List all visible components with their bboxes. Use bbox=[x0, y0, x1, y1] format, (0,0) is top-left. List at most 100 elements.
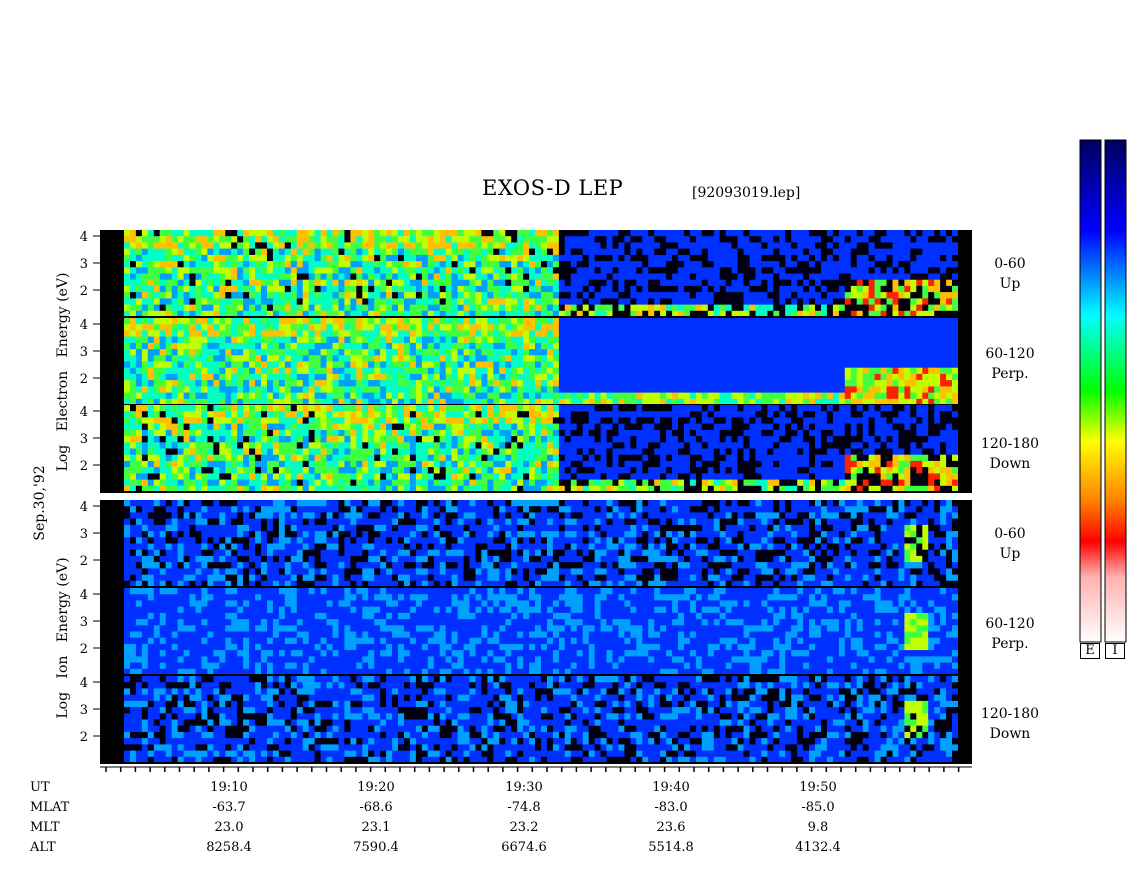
spectrogram-cell bbox=[445, 242, 453, 250]
spectrogram-cell bbox=[689, 355, 697, 362]
spectrogram-cell bbox=[475, 292, 482, 299]
spectrogram-cell bbox=[362, 248, 369, 256]
spectrogram-cell bbox=[618, 336, 625, 344]
spectrogram-cell bbox=[421, 436, 429, 443]
spectrogram-cell bbox=[898, 298, 905, 306]
spectrogram-cell bbox=[767, 236, 774, 243]
spectrogram-cell bbox=[779, 254, 786, 262]
spectrogram-cell bbox=[844, 336, 852, 344]
spectrogram-cell bbox=[326, 361, 333, 369]
spectrogram-cell bbox=[737, 298, 745, 306]
spectrogram-cell bbox=[469, 324, 476, 331]
spectrogram-cell bbox=[952, 386, 959, 394]
spectrogram-cell bbox=[612, 392, 619, 400]
spectrogram-cell bbox=[892, 273, 899, 281]
spectrogram-cell bbox=[547, 355, 554, 362]
spectrogram-cell bbox=[767, 279, 774, 287]
spectrogram-cell bbox=[922, 349, 929, 356]
spectrogram-cell bbox=[362, 355, 369, 362]
spectrogram-cell bbox=[588, 324, 596, 331]
spectrogram-cell bbox=[362, 417, 369, 425]
spectrogram-svg: 432432432432432432 bbox=[80, 139, 1127, 772]
spectrogram-cell bbox=[398, 361, 405, 369]
spectrogram-cell bbox=[130, 285, 137, 293]
spectrogram-cell bbox=[421, 367, 429, 375]
spectrogram-cell bbox=[570, 273, 578, 281]
spectrogram-cell bbox=[356, 230, 363, 237]
spectrogram-cell bbox=[600, 349, 608, 356]
spectrogram-cell bbox=[374, 454, 381, 462]
spectrogram-cell bbox=[302, 273, 310, 281]
spectrogram-cell bbox=[529, 448, 536, 456]
spectrogram-cell bbox=[272, 473, 280, 481]
spectrogram-cell bbox=[159, 248, 167, 256]
spectrogram-cell bbox=[356, 417, 363, 425]
spectrogram-cell bbox=[755, 342, 762, 350]
spectrogram-cell bbox=[290, 342, 298, 350]
spectrogram-cell bbox=[124, 355, 131, 362]
spectrogram-cell bbox=[261, 460, 268, 468]
spectrogram-cell bbox=[350, 386, 357, 394]
spectrogram-cell bbox=[243, 479, 250, 487]
spectrogram-cell bbox=[380, 380, 387, 387]
spectrogram-cell bbox=[362, 279, 369, 287]
spectrogram-cell bbox=[904, 273, 911, 281]
spectrogram-cell bbox=[660, 318, 667, 325]
spectrogram-cell bbox=[219, 242, 226, 250]
spectrogram-cell bbox=[594, 318, 602, 325]
spectrogram-cell bbox=[612, 292, 619, 299]
spectrogram-cell bbox=[523, 336, 530, 344]
spectrogram-cell bbox=[368, 330, 375, 338]
spectrogram-cell bbox=[386, 336, 393, 344]
spectrogram-cell bbox=[689, 248, 697, 256]
spectrogram-cell bbox=[678, 336, 685, 344]
spectrogram-cell bbox=[779, 349, 786, 356]
spectrogram-cell bbox=[689, 380, 697, 387]
spectrogram-cell bbox=[678, 279, 685, 287]
spectrogram-cell bbox=[445, 261, 453, 268]
spectrogram-cell bbox=[320, 355, 328, 362]
spectrogram-cell bbox=[404, 248, 411, 256]
spectrogram-cell bbox=[505, 423, 512, 431]
spectrogram-cell bbox=[731, 342, 739, 350]
spectrogram-cell bbox=[910, 361, 917, 369]
spectrogram-cell bbox=[284, 429, 292, 437]
spectrogram-cell bbox=[284, 298, 292, 306]
spectrogram-cell bbox=[463, 479, 471, 487]
spectrogram-cell bbox=[826, 336, 834, 344]
spectrogram-cell bbox=[404, 342, 411, 350]
spectrogram-cell bbox=[731, 330, 739, 338]
spectrogram-cell bbox=[314, 324, 322, 331]
spectrogram-cell bbox=[124, 236, 131, 243]
spectrogram-cell bbox=[785, 336, 792, 344]
spectrogram-cell bbox=[427, 448, 435, 456]
spectrogram-cell bbox=[952, 285, 959, 293]
spectrogram-cell bbox=[558, 436, 566, 443]
spectrogram-cell bbox=[576, 330, 584, 338]
spectrogram-cell bbox=[892, 267, 899, 274]
spectrogram-cell bbox=[660, 386, 667, 394]
spectrogram-cell bbox=[362, 473, 369, 481]
spectrogram-cell bbox=[755, 304, 762, 312]
spectrogram-cell bbox=[267, 473, 274, 481]
spectrogram-cell bbox=[630, 367, 637, 375]
spectrogram-cell bbox=[261, 230, 268, 237]
spectrogram-cell bbox=[249, 298, 256, 306]
spectrogram-cell bbox=[952, 298, 959, 306]
spectrogram-cell bbox=[892, 373, 899, 381]
spectrogram-cell bbox=[231, 411, 238, 418]
spectrogram-cell bbox=[558, 230, 566, 237]
spectrogram-cell bbox=[838, 230, 846, 237]
spectrogram-cell bbox=[267, 355, 274, 362]
spectrogram-cell bbox=[743, 355, 750, 362]
spectrogram-cell bbox=[130, 318, 137, 325]
spectrogram-cell bbox=[874, 342, 882, 350]
spectrogram-cell bbox=[427, 248, 435, 256]
spectrogram-cell bbox=[582, 261, 590, 268]
spectrogram-cell bbox=[165, 349, 173, 356]
spectrogram-cell bbox=[821, 304, 828, 312]
spectrogram-cell bbox=[582, 386, 590, 394]
spectrogram-cell bbox=[517, 292, 524, 299]
spectrogram-cell bbox=[183, 386, 191, 394]
spectrogram-cell bbox=[278, 373, 286, 381]
